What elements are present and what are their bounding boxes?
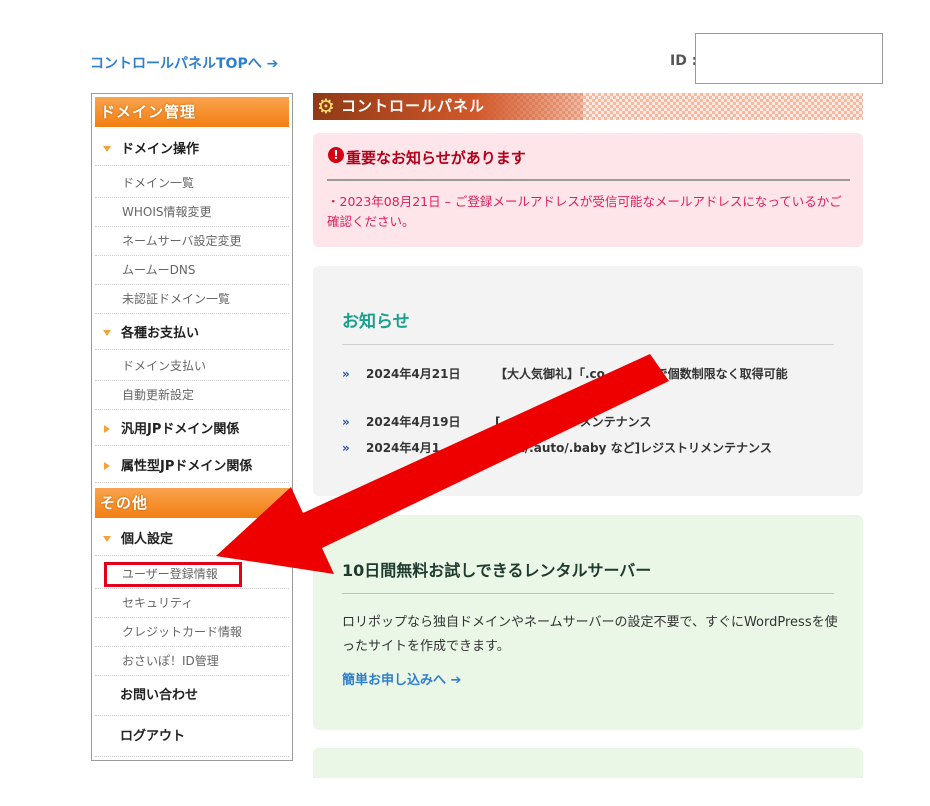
rental-server-promo: 10日間無料お試しできるレンタルサーバー ロリポップなら独自ドメインやネームサー…: [313, 515, 863, 730]
sidebar-category-label: 汎用JPドメイン関係: [121, 422, 240, 437]
sidebar-item-domain-list[interactable]: ドメイン一覧: [95, 169, 289, 198]
gear-icon: ⚙: [317, 94, 335, 118]
next-section-box: [313, 748, 863, 778]
sidebar-item-auto-renew[interactable]: 自動更新設定: [95, 381, 289, 410]
triangle-down-icon: [103, 330, 111, 336]
promo-text: ロリポップなら独自ドメインやネームサーバーの設定不要で、すぐにWordPress…: [342, 615, 838, 654]
sidebar-item-credit-card[interactable]: クレジットカード情報: [95, 618, 289, 647]
double-chevron-icon: »: [342, 415, 350, 429]
control-panel-title: コントロールパネル: [341, 97, 486, 115]
notice-link[interactable]: ・2023年08月21日 – ご登録メールアドレスが受信可能なメールアドレスにな…: [327, 192, 852, 232]
promo-title: 10日間無料お試しできるレンタルサーバー: [342, 561, 652, 580]
highlight-rectangle: [104, 562, 242, 587]
triangle-right-icon: [104, 462, 110, 470]
control-panel-header-bar: ⚙ コントロールパネル: [313, 93, 583, 120]
sidebar-item-unverified-domains[interactable]: 未認証ドメイン一覧: [95, 285, 289, 314]
sidebar-item-muumuu-dns[interactable]: ムームーDNS: [95, 256, 289, 285]
sidebar-header-other: その他: [95, 488, 289, 518]
double-chevron-icon: »: [342, 367, 350, 381]
sidebar-category-payments[interactable]: 各種お支払い: [95, 318, 289, 350]
triangle-down-icon: [103, 536, 111, 542]
alert-icon: !: [328, 147, 344, 163]
notice-title: 重要なお知らせがあります: [346, 149, 526, 167]
control-panel-header: ⚙ コントロールパネル: [313, 93, 863, 120]
news-date: 2024年4月19日: [366, 415, 461, 429]
sidebar-item-whois[interactable]: WHOIS情報変更: [95, 198, 289, 227]
sidebar-item-osaipo-id[interactable]: おさいぽ！ID管理: [95, 647, 289, 676]
sidebar-item-security[interactable]: セキュリティ: [95, 589, 289, 618]
divider: [342, 593, 834, 594]
id-label: ID :: [670, 53, 698, 69]
news-date: 2024年4月21日: [366, 367, 461, 381]
sidebar-item-domain-payment[interactable]: ドメイン支払い: [95, 352, 289, 381]
divider: [327, 179, 850, 181]
sidebar-category-jp-general[interactable]: 汎用JPドメイン関係: [95, 414, 289, 446]
sidebar: ドメイン管理 ドメイン操作 ドメイン一覧 WHOIS情報変更 ネームサーバ設定変…: [91, 93, 293, 761]
triangle-down-icon: [103, 146, 111, 152]
sidebar-category-jp-attribute[interactable]: 属性型JPドメイン関係: [95, 451, 289, 483]
news-title-link[interactable]: [...]レジストリメンテナンス: [495, 412, 840, 432]
sidebar-category-label: 個人設定: [121, 532, 174, 547]
id-field: [695, 33, 883, 84]
sidebar-category-personal[interactable]: 個人設定: [95, 524, 289, 556]
double-chevron-icon: »: [342, 441, 350, 455]
sidebar-category-label: 各種お支払い: [121, 326, 200, 341]
news-box: お知らせ » 2024年4月21日 【大人気御礼】「.co...499円で個数制…: [313, 266, 863, 496]
news-date: 2024年4月1...: [366, 441, 454, 455]
sidebar-item-contact[interactable]: お問い合わせ: [95, 676, 289, 716]
control-panel-top-link[interactable]: コントロールパネルTOPへ ➔: [90, 53, 278, 73]
important-notice-box: ! 重要なお知らせがあります ・2023年08月21日 – ご登録メールアドレス…: [313, 133, 863, 247]
sidebar-category-label: 属性型JPドメイン関係: [121, 459, 253, 474]
sidebar-item-logout[interactable]: ログアウト: [95, 717, 289, 757]
news-title: お知らせ: [342, 312, 410, 332]
news-title-link[interactable]: [.art/.auto/.baby など]レジストリメンテナンス: [495, 438, 840, 458]
sidebar-item-nameserver[interactable]: ネームサーバ設定変更: [95, 227, 289, 256]
promo-signup-link[interactable]: 簡単お申し込みへ ➔: [342, 669, 461, 688]
sidebar-category-label: ドメイン操作: [121, 142, 200, 157]
triangle-right-icon: [104, 425, 110, 433]
sidebar-category-domain-ops[interactable]: ドメイン操作: [95, 134, 289, 166]
news-title-link[interactable]: 【大人気御礼】「.co...499円で個数制限なく取得可能: [495, 364, 840, 384]
divider: [342, 344, 834, 345]
sidebar-header-domain: ドメイン管理: [95, 97, 289, 127]
